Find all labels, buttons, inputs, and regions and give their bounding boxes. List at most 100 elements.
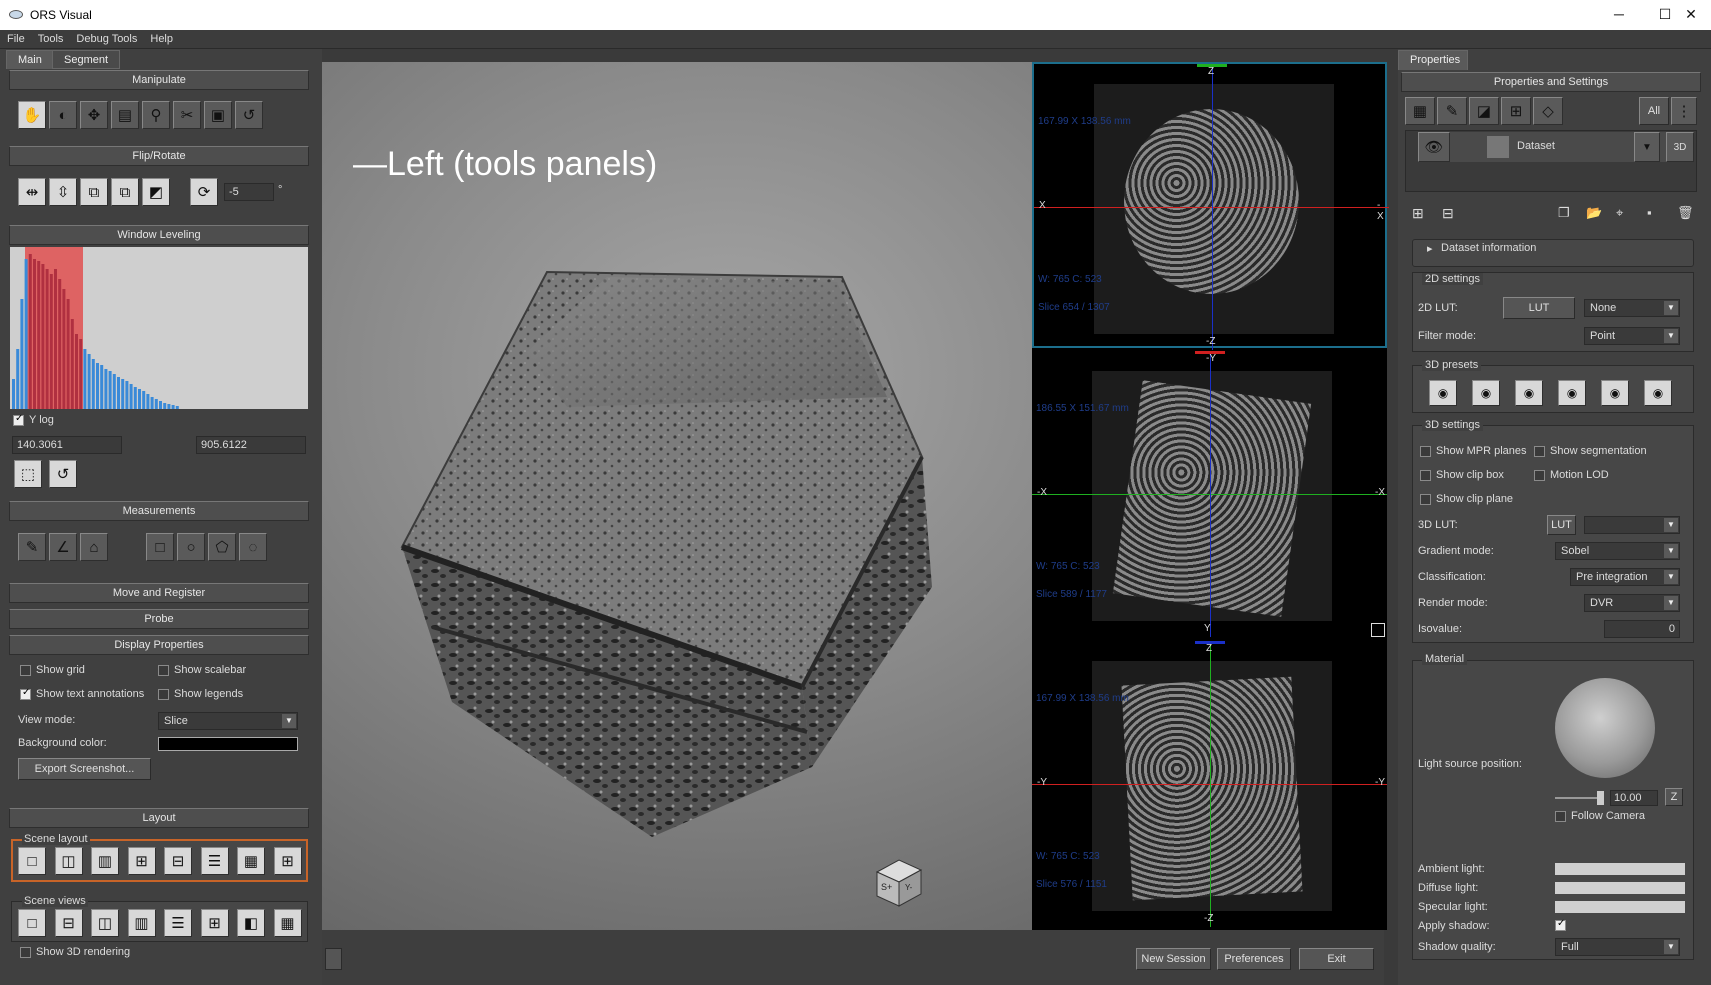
polygon-roi-button[interactable]: ⬠: [208, 533, 236, 561]
cut-button[interactable]: ✂: [173, 101, 201, 129]
slice-button[interactable]: ▤: [111, 101, 139, 129]
rotate-left-button[interactable]: ⧉: [80, 178, 108, 206]
select-range-button[interactable]: ⬚: [14, 460, 42, 488]
probe-header[interactable]: Probe: [9, 609, 309, 629]
scene-layout-6-button[interactable]: ☰: [200, 847, 229, 875]
exit-button[interactable]: Exit: [1299, 948, 1374, 970]
show-text-annotations-checkbox[interactable]: [20, 687, 31, 700]
show-legends-checkbox[interactable]: [158, 689, 169, 700]
scene-layout-1-button[interactable]: □: [18, 847, 46, 875]
reset-view-button[interactable]: ↺: [235, 101, 263, 129]
preset-3d-6-button[interactable]: ◉: [1644, 380, 1672, 406]
mesh-button[interactable]: ◇: [1533, 97, 1563, 125]
flip-horizontal-button[interactable]: ⇹: [18, 178, 46, 206]
move-register-header[interactable]: Move and Register: [9, 583, 309, 603]
layers-button[interactable]: ◪: [1469, 97, 1499, 125]
collapse-icon[interactable]: ⊟: [1442, 205, 1454, 222]
scene-view-8-button[interactable]: ▦: [273, 909, 302, 937]
polyline-button[interactable]: ⌂: [80, 533, 108, 561]
new-session-button[interactable]: New Session: [1136, 948, 1211, 970]
show-clip-plane-checkbox[interactable]: [1420, 494, 1431, 505]
reset-window-button[interactable]: ↺: [49, 460, 77, 488]
background-color-swatch[interactable]: [158, 737, 298, 751]
scene-layout-2-button[interactable]: ◫: [54, 847, 83, 875]
scene-layout-3-button[interactable]: ▥: [91, 847, 119, 875]
scene-view-2-button[interactable]: ⊟: [54, 909, 83, 937]
shadow-quality-dropdown[interactable]: Full ▼: [1555, 938, 1680, 956]
filter-mode-dropdown[interactable]: Point ▼: [1584, 327, 1680, 345]
rotation-angle-input[interactable]: -5: [224, 183, 274, 201]
light-slider-track[interactable]: [1555, 797, 1600, 799]
lut3d-button[interactable]: LUT: [1547, 515, 1576, 535]
fit-view-button[interactable]: ▣: [204, 101, 232, 129]
settings-3d-label[interactable]: 3D settings: [1422, 419, 1484, 431]
crosshair-vertical[interactable]: [1210, 641, 1211, 927]
export-screenshot-button[interactable]: Export Screenshot...: [18, 758, 151, 780]
show-3d-rendering-checkbox[interactable]: [20, 947, 31, 958]
pan-hand-button[interactable]: ✋: [18, 101, 46, 129]
show-clip-box-checkbox[interactable]: [1420, 470, 1431, 481]
display-properties-header[interactable]: Display Properties: [9, 635, 309, 655]
scene-layout-8-button[interactable]: ⊞: [273, 847, 302, 875]
light-source-sphere[interactable]: [1555, 678, 1655, 778]
tab-main[interactable]: Main: [6, 50, 54, 69]
diffuse-light-slider[interactable]: [1555, 882, 1685, 894]
specular-light-slider[interactable]: [1555, 901, 1685, 913]
menu-debug-tools[interactable]: Debug Tools: [69, 30, 143, 45]
dataset-menu-button[interactable]: ▼: [1634, 132, 1660, 162]
roi-button[interactable]: ⊞: [1501, 97, 1531, 125]
isovalue-input[interactable]: 0: [1604, 620, 1680, 638]
lut2d-dropdown[interactable]: None ▼: [1584, 299, 1680, 317]
flip-vertical-button[interactable]: ⇳: [49, 178, 77, 206]
scene-view-7-button[interactable]: ◧: [237, 909, 265, 937]
mpr-view-2[interactable]: -Y Y -X -X 186.55 X 151.67 mm W: 765 C: 523 Sl…: [1032, 351, 1387, 637]
crosshair-vertical[interactable]: [1212, 64, 1213, 350]
light-value-input[interactable]: 10.00: [1610, 790, 1658, 806]
scene-layout-5-button[interactable]: ⊟: [164, 847, 192, 875]
gradient-mode-dropdown[interactable]: Sobel ▼: [1555, 542, 1680, 560]
render-mode-dropdown[interactable]: DVR ▼: [1584, 594, 1680, 612]
angle-button[interactable]: ∠: [49, 533, 77, 561]
flip-rotate-header[interactable]: Flip/Rotate: [9, 146, 309, 166]
move-button[interactable]: ✥: [80, 101, 108, 129]
apply-shadow-checkbox[interactable]: [1555, 918, 1566, 931]
minimize-button[interactable]: ─: [1611, 6, 1627, 22]
classification-dropdown[interactable]: Pre integration ▼: [1570, 568, 1680, 586]
scene-view-3-button[interactable]: ◫: [91, 909, 119, 937]
menu-file[interactable]: File: [0, 30, 31, 45]
tab-properties[interactable]: Properties: [1398, 50, 1468, 70]
grid-view-button[interactable]: ▦: [1405, 97, 1435, 125]
view-mode-dropdown[interactable]: Slice ▼: [158, 712, 298, 730]
measurements-header[interactable]: Measurements: [9, 501, 309, 521]
show-segmentation-checkbox[interactable]: [1534, 446, 1545, 457]
scene-view-6-button[interactable]: ⊞: [200, 909, 229, 937]
add-icon[interactable]: ⊞: [1412, 205, 1424, 222]
mpr-view-3[interactable]: Z -Z -Y -Y 167.99 X 138.56 mm W: 765 C: 523 Sl…: [1032, 641, 1387, 927]
scene-view-1-button[interactable]: □: [18, 909, 46, 937]
preset-3d-1-button[interactable]: ◉: [1429, 380, 1457, 406]
mpr-view-1[interactable]: Z -Z X -X 167.99 X 138.56 mm W: 765 C: 523 Sli…: [1032, 62, 1389, 350]
transpose-button[interactable]: ◩: [142, 178, 170, 206]
menu-tools[interactable]: Tools: [31, 30, 70, 45]
lut3d-dropdown[interactable]: ▼: [1584, 516, 1680, 534]
orientation-cube-icon[interactable]: S+ Y-: [867, 852, 927, 912]
panel-toggle-button[interactable]: [325, 948, 342, 970]
rectangle-roi-button[interactable]: □: [146, 533, 174, 561]
window-leveling-header[interactable]: Window Leveling: [9, 225, 309, 245]
preset-3d-3-button[interactable]: ◉: [1515, 380, 1543, 406]
trash-icon[interactable]: 🗑: [1677, 205, 1694, 221]
ruler-button[interactable]: ✎: [18, 533, 46, 561]
apply-rotation-button[interactable]: ⟳: [190, 178, 218, 206]
ellipse-roi-button[interactable]: ○: [177, 533, 205, 561]
ambient-light-slider[interactable]: [1555, 863, 1685, 875]
close-button[interactable]: ✕: [1683, 6, 1699, 22]
crosshair-vertical[interactable]: [1210, 351, 1211, 637]
scene-layout-7-button[interactable]: ▦: [237, 847, 265, 875]
window-max-input[interactable]: 905.6122: [196, 436, 306, 454]
zoom-button[interactable]: ⚲: [142, 101, 170, 129]
motion-lod-checkbox[interactable]: [1534, 470, 1545, 481]
preset-3d-2-button[interactable]: ◉: [1472, 380, 1500, 406]
manipulate-header[interactable]: Manipulate: [9, 70, 309, 90]
presets-3d-label[interactable]: 3D presets: [1422, 359, 1482, 371]
tab-segment[interactable]: Segment: [52, 50, 121, 69]
